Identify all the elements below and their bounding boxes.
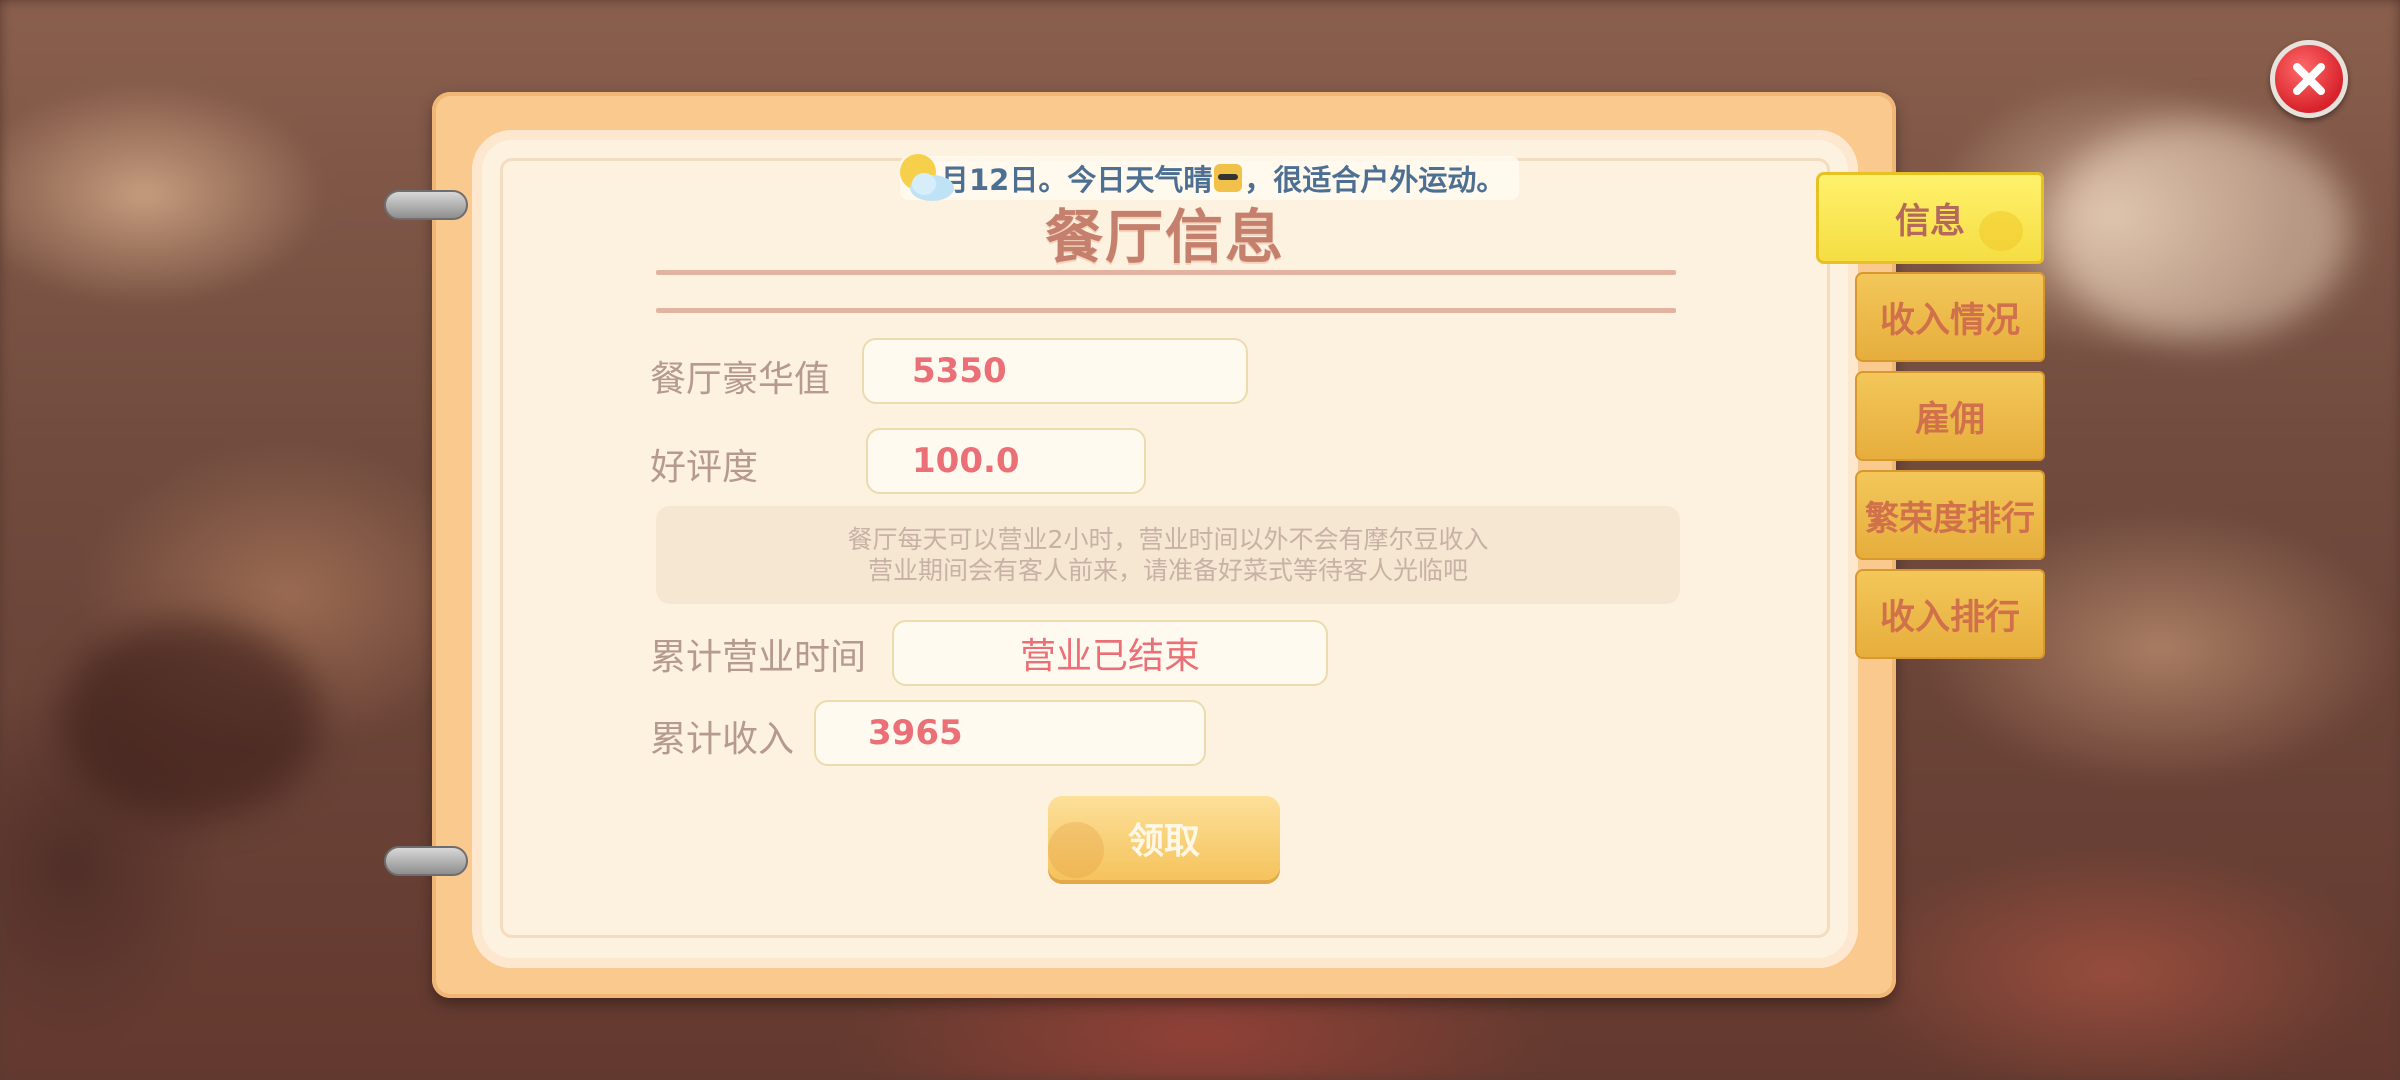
title-divider xyxy=(656,270,1676,275)
income-value-field: 3965 xyxy=(814,700,1206,766)
claim-button[interactable]: 领取 xyxy=(1048,796,1280,880)
rating-value-field: 100.0 xyxy=(866,428,1146,494)
income-label: 累计收入 xyxy=(650,719,795,760)
sun-cloud-icon xyxy=(900,154,954,201)
button-decoration xyxy=(1048,822,1104,878)
tab-label: 信息 xyxy=(1894,201,1965,242)
rating-value: 100.0 xyxy=(912,441,1020,481)
tab-hire[interactable]: 雇佣 xyxy=(1855,371,2045,461)
luxury-label: 餐厅豪华值 xyxy=(650,359,831,400)
tab-prosperity-ranking[interactable]: 繁荣度排行 xyxy=(1855,470,2045,560)
business-time-field: 营业已结束 xyxy=(892,620,1328,686)
title-divider xyxy=(656,308,1676,313)
luxury-value: 5350 xyxy=(912,351,1007,391)
tab-info[interactable]: 信息 xyxy=(1816,172,2044,264)
game-screen: 月12日。今日天气晴 ，很适合户外运动。 餐厅信息 餐厅豪华值 5350 好评度… xyxy=(0,0,2400,1080)
notice-line-2: 营业期间会有客人前来，请准备好菜式等待客人光临吧 xyxy=(867,556,1468,585)
close-x-icon xyxy=(2293,63,2325,95)
binder-ring xyxy=(384,846,468,876)
business-time-label: 累计营业时间 xyxy=(650,637,867,678)
page-title: 餐厅信息 xyxy=(1044,203,1285,271)
income-value: 3965 xyxy=(868,713,963,753)
background-light xyxy=(2050,120,2350,340)
tab-label: 收入情况 xyxy=(1879,300,2020,341)
tab-decoration xyxy=(1979,211,2023,251)
sunglasses-emoji-icon xyxy=(1214,164,1243,192)
business-time-value: 营业已结束 xyxy=(1019,636,1200,677)
business-hours-notice: 餐厅每天可以营业2小时，营业时间以外不会有摩尔豆收入 营业期间会有客人前来，请准… xyxy=(656,506,1680,604)
background-light xyxy=(60,620,320,820)
rating-label: 好评度 xyxy=(650,447,759,488)
tab-label: 繁荣度排行 xyxy=(1865,498,2035,539)
notice-line-1: 餐厅每天可以营业2小时，营业时间以外不会有摩尔豆收入 xyxy=(847,525,1489,554)
luxury-value-field: 5350 xyxy=(862,338,1248,404)
tab-income-status[interactable]: 收入情况 xyxy=(1855,272,2045,362)
tab-income-ranking[interactable]: 收入排行 xyxy=(1855,569,2045,659)
binder-ring xyxy=(384,190,468,220)
tab-label: 雇佣 xyxy=(1914,399,1985,440)
close-button[interactable] xyxy=(2270,40,2348,118)
tab-label: 收入排行 xyxy=(1879,597,2020,638)
claim-button-label: 领取 xyxy=(1127,821,1200,862)
